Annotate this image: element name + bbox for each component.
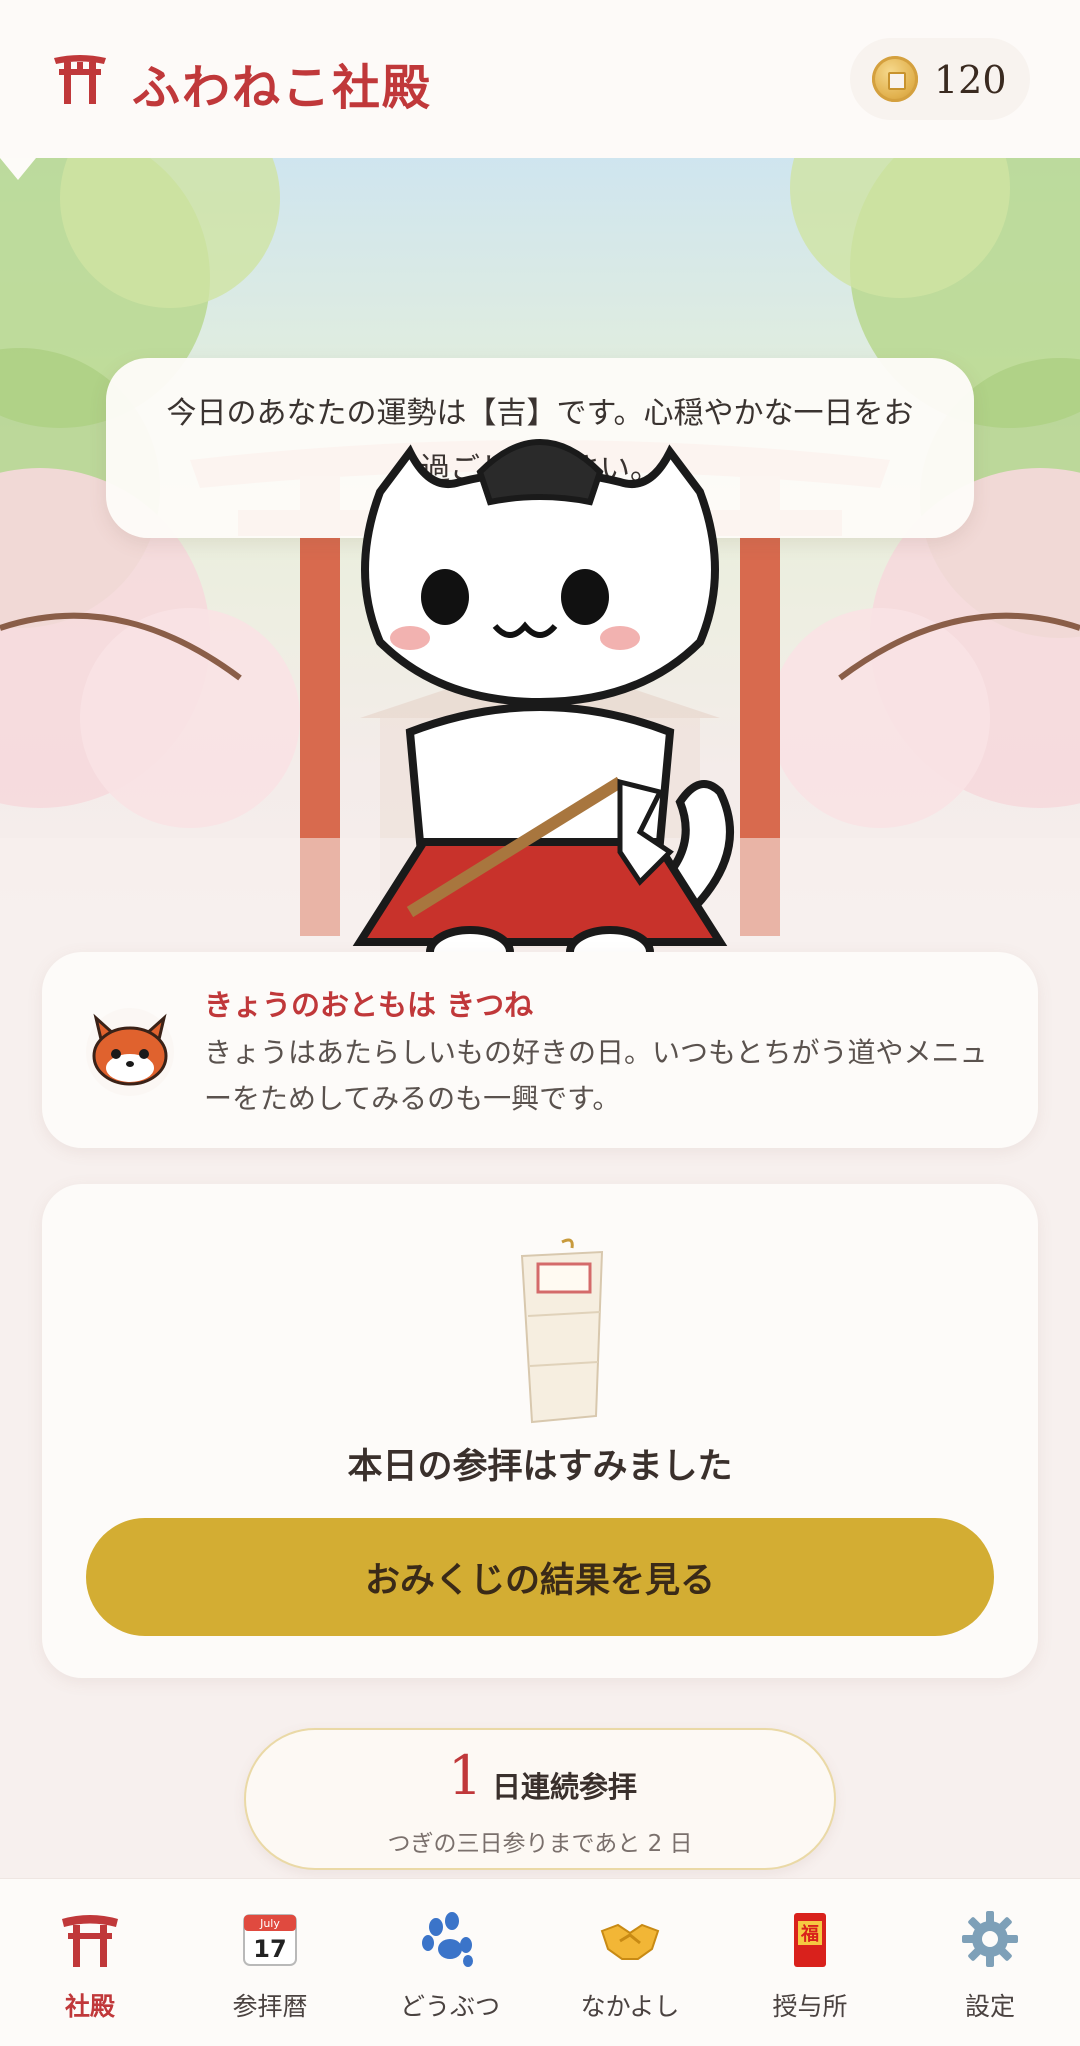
charm-icon: 福 [794, 1913, 826, 1967]
nav-label: なかよし [580, 1992, 680, 2021]
gear-icon [962, 1911, 1018, 1967]
nav-label: 社殿 [64, 1992, 115, 2021]
svg-text:17: 17 [253, 1935, 286, 1963]
coin-icon [872, 56, 918, 102]
handshake-icon [600, 1923, 660, 1960]
nav-item-shrine[interactable]: 社殿 [0, 1879, 180, 2046]
nav-item-calendar[interactable]: July 17 参拝暦 [180, 1879, 360, 2046]
calendar-icon: July 17 [243, 1914, 297, 1966]
view-omikuji-result-button[interactable]: おみくじの結果を見る [86, 1518, 994, 1636]
torii-icon [54, 55, 106, 104]
cat-priest-mascot [352, 439, 734, 972]
coin-count: 120 [934, 58, 1007, 102]
coin-balance[interactable]: 120 [850, 38, 1030, 120]
nav-item-friends[interactable]: なかよし [540, 1879, 720, 2046]
shrine-scene: 今日のあなたの運勢は【吉】です。心穏やかな一日をお過ごしください。 [0, 158, 1080, 978]
speech-bubble-tail [0, 158, 36, 180]
svg-text:July: July [259, 1917, 280, 1930]
companion-title: きょうのおともは きつね [204, 988, 534, 1022]
app-title: ふわねこ社殿 [132, 60, 433, 116]
visit-card: 本日の参拝はすみました おみくじの結果を見る [42, 1184, 1038, 1678]
nav-label: 参拝暦 [232, 1992, 308, 2021]
nav-label: 設定 [964, 1992, 1015, 2021]
visit-streak: 1 日連続参拝 つぎの三日参りまであと 2 日 [244, 1728, 836, 1870]
nav-label: どうぶつ [399, 1992, 500, 2021]
omikuji-paper-icon [520, 1238, 604, 1424]
fox-icon [86, 1008, 174, 1096]
companion-description: きょうはあたらしいもの好きの日。いつもとちがう道やメニューをためしてみるのも一興… [204, 1036, 988, 1115]
visit-status: 本日の参拝はすみました [347, 1447, 733, 1487]
app-header: ふわねこ社殿 120 [0, 0, 1080, 158]
companion-card[interactable]: きょうのおともは きつね きょうはあたらしいもの好きの日。いつもとちがう道やメニ… [42, 952, 1038, 1148]
torii-icon [62, 1915, 118, 1967]
nav-item-charm-shop[interactable]: 福 授与所 [720, 1879, 900, 2046]
svg-text:福: 福 [800, 1923, 819, 1945]
streak-count: 1 [448, 1744, 483, 1807]
streak-next-goal: つぎの三日参りまであと 2 日 [387, 1831, 693, 1857]
paw-icon [422, 1912, 473, 1967]
nav-label: 授与所 [772, 1992, 848, 2021]
streak-label: 日連続参拝 [492, 1770, 638, 1804]
nav-item-settings[interactable]: 設定 [900, 1879, 1080, 2046]
nav-item-animals[interactable]: どうぶつ [360, 1879, 540, 2046]
bottom-navigation: 社殿 July 17 参拝暦 どうぶつ なかよし 福 授与所 設定 [0, 1878, 1080, 2046]
